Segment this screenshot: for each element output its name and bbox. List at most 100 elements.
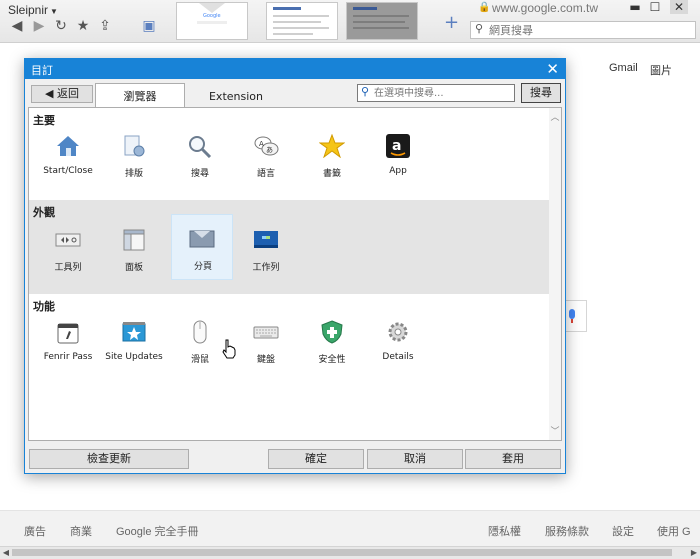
scroll-left-icon[interactable]: ◀ bbox=[0, 547, 12, 559]
search-icon: ⚲ bbox=[361, 85, 370, 98]
back-button[interactable]: ◀ 返回 bbox=[31, 85, 93, 103]
thumb-line bbox=[273, 27, 329, 29]
caret-down-icon: ▼ bbox=[50, 7, 58, 16]
fenrir-pass-icon bbox=[57, 323, 79, 344]
option-site-updates[interactable]: Site Updates bbox=[103, 308, 165, 372]
share-icon[interactable]: ⇪ bbox=[96, 17, 114, 35]
tab-stack-icon[interactable]: ▣ bbox=[140, 17, 158, 35]
footer-link-about[interactable]: Google 完全手冊 bbox=[116, 523, 199, 539]
back-icon[interactable]: ◀ bbox=[8, 17, 26, 35]
option-fenrir-pass[interactable]: Fenrir Pass bbox=[37, 308, 99, 372]
taskbar-icon bbox=[254, 231, 278, 248]
amazon-app-icon: a bbox=[386, 134, 410, 158]
option-label: 工作列 bbox=[252, 263, 280, 273]
hand-cursor-icon bbox=[222, 339, 236, 359]
footer-link-settings[interactable]: 設定 bbox=[612, 523, 634, 539]
tab-extension[interactable]: Extension bbox=[195, 87, 277, 107]
window-close-icon[interactable]: ✕ bbox=[670, 0, 688, 14]
horizontal-scrollbar[interactable]: ◀ ▶ bbox=[0, 546, 700, 559]
option-panel[interactable]: 面板 bbox=[103, 216, 165, 280]
panel-icon bbox=[123, 229, 145, 251]
thumb-header bbox=[353, 7, 377, 10]
svg-text:Google: Google bbox=[203, 13, 221, 19]
section-features: 功能 Fenrir Pass Site Updates 滑鼠 鍵盤 安全性 De… bbox=[29, 294, 551, 440]
tab-thumbnail-2[interactable] bbox=[266, 2, 338, 40]
option-app[interactable]: a App bbox=[367, 122, 429, 186]
option-keyboard[interactable]: 鍵盤 bbox=[235, 308, 297, 372]
check-updates-button[interactable]: 檢查更新 bbox=[29, 449, 189, 469]
option-layout[interactable]: 排版 bbox=[103, 122, 165, 186]
shield-icon bbox=[321, 320, 343, 344]
options-search-box: ⚲ bbox=[357, 84, 515, 102]
thumb-line bbox=[353, 21, 405, 23]
cancel-button[interactable]: 取消 bbox=[367, 449, 463, 469]
keyboard-icon bbox=[253, 326, 279, 339]
bookmark-star-icon[interactable]: ★ bbox=[74, 17, 92, 35]
svg-text:あ: あ bbox=[266, 146, 273, 154]
forward-icon[interactable]: ▶ bbox=[30, 17, 48, 35]
maximize-icon[interactable]: ☐ bbox=[646, 0, 664, 14]
magnifier-icon bbox=[189, 136, 212, 158]
tab-browser[interactable]: 瀏覽器 bbox=[95, 83, 185, 107]
thumb-line bbox=[273, 15, 329, 17]
scroll-right-icon[interactable]: ▶ bbox=[688, 547, 700, 559]
app-menu[interactable]: Sleipnir ▼ bbox=[8, 3, 58, 17]
browser-toolbar: Sleipnir ▼ ◀ ▶ ↻ ★ ⇪ ▣ Google + 🔒 www.goo… bbox=[0, 0, 700, 43]
dialog-titlebar: 目訂 ✕ bbox=[25, 59, 565, 79]
section-appearance: 外觀 工具列 面板 分頁 工作列 bbox=[29, 200, 551, 294]
google-thumbnail-icon: Google bbox=[197, 3, 227, 24]
thumb-line bbox=[353, 27, 409, 29]
star-icon bbox=[319, 134, 345, 158]
option-start-close[interactable]: Start/Close bbox=[37, 122, 99, 186]
gmail-link[interactable]: Gmail bbox=[609, 62, 638, 74]
svg-text:A: A bbox=[259, 140, 264, 148]
search-icon: ⚲ bbox=[475, 22, 484, 35]
site-updates-icon bbox=[122, 322, 146, 342]
option-bookmarks[interactable]: 書籤 bbox=[301, 122, 363, 186]
reload-icon[interactable]: ↻ bbox=[52, 17, 70, 35]
page-footer: 廣告 商業 Google 完全手冊 隱私權 服務條款 設定 使用 G bbox=[0, 510, 700, 547]
new-tab-icon[interactable]: + bbox=[444, 12, 459, 33]
toolbar-icon bbox=[55, 233, 81, 247]
options-dialog: 目訂 ✕ ◀ 返回 瀏覽器 Extension ⚲ 搜尋 主要 Start/Cl… bbox=[24, 58, 566, 474]
scroll-down-icon[interactable]: ﹀ bbox=[549, 424, 561, 437]
minimize-icon[interactable]: ▬ bbox=[626, 0, 644, 14]
option-details[interactable]: Details bbox=[367, 308, 429, 372]
option-search[interactable]: 搜尋 bbox=[169, 122, 231, 186]
thumb-line bbox=[273, 21, 321, 23]
option-toolbar[interactable]: 工具列 bbox=[37, 216, 99, 280]
thumb-header bbox=[273, 7, 301, 10]
scroll-up-icon[interactable]: ︿ bbox=[549, 110, 561, 123]
tab-thumbnail-google[interactable]: Google bbox=[176, 2, 248, 40]
details-gear-icon bbox=[388, 322, 408, 342]
options-search-input[interactable] bbox=[374, 86, 512, 100]
ok-button[interactable]: 確定 bbox=[268, 449, 364, 469]
dialog-close-icon[interactable]: ✕ bbox=[546, 59, 559, 79]
options-panel: 主要 Start/Close 排版 搜尋 A あ 語言 書籤 a App 外觀 … bbox=[28, 107, 562, 441]
options-search-button[interactable]: 搜尋 bbox=[521, 83, 561, 103]
footer-link-ads[interactable]: 廣告 bbox=[24, 523, 46, 539]
web-search-input[interactable] bbox=[489, 23, 689, 37]
option-taskbar[interactable]: 工作列 bbox=[235, 216, 297, 280]
current-url[interactable]: www.google.com.tw bbox=[492, 1, 598, 15]
option-label: App bbox=[389, 166, 407, 176]
mic-stand bbox=[571, 319, 573, 323]
footer-link-privacy[interactable]: 隱私權 bbox=[488, 523, 521, 539]
option-language[interactable]: A あ 語言 bbox=[235, 122, 297, 186]
tab-icon bbox=[189, 230, 215, 248]
lock-icon: 🔒 bbox=[478, 2, 491, 13]
footer-link-business[interactable]: 商業 bbox=[70, 523, 92, 539]
section-main: 主要 Start/Close 排版 搜尋 A あ 語言 書籤 a App bbox=[29, 108, 551, 200]
footer-link-use-google[interactable]: 使用 G bbox=[657, 523, 691, 539]
mouse-icon bbox=[193, 320, 207, 344]
tab-thumbnail-3[interactable] bbox=[346, 2, 418, 40]
document-gear-icon bbox=[124, 135, 145, 157]
scroll-thumb[interactable] bbox=[12, 549, 672, 556]
footer-link-terms[interactable]: 服務條款 bbox=[545, 523, 589, 539]
option-security[interactable]: 安全性 bbox=[301, 308, 363, 372]
apply-button[interactable]: 套用 bbox=[465, 449, 561, 469]
thumb-line bbox=[273, 33, 313, 35]
svg-text:a: a bbox=[392, 138, 401, 154]
images-link[interactable]: 圖片 bbox=[650, 62, 672, 78]
panel-vertical-scrollbar[interactable]: ︿ ﹀ bbox=[549, 108, 561, 440]
